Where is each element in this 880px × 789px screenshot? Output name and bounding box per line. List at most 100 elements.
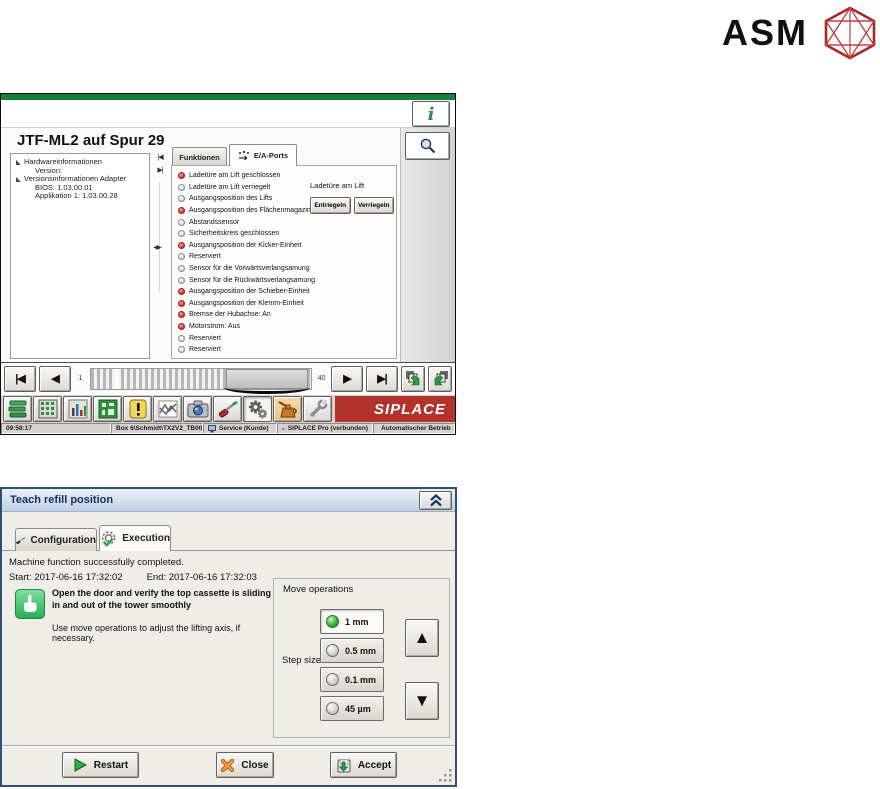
status-user-label: Service (Kunde)	[219, 425, 269, 432]
position-slider[interactable]	[90, 367, 312, 394]
io-port-label: Sensor für die Vorwärtsverlangsamung	[189, 265, 310, 273]
step-size-label: Step size:	[282, 655, 324, 666]
info-button[interactable]: i	[412, 101, 450, 127]
navigation-bar: |◀ ◀ 1 40 ▶ ▶|	[1, 362, 455, 394]
wrench-button[interactable]	[303, 396, 332, 422]
io-port-row: Ladetüre am Lift geschlossen	[178, 170, 315, 182]
status-dot	[178, 230, 185, 238]
io-port-label: Abstandssensor	[189, 218, 240, 226]
io-ports-panel: Ladetüre am Lift geschlossen Ladetüre am…	[171, 165, 397, 359]
boards-stack-icon	[8, 400, 26, 418]
feeder-grid-button[interactable]	[33, 396, 62, 422]
step-45um-radio[interactable]: 45 µm	[320, 696, 384, 721]
splitter-collapse-left-icon[interactable]: |◀	[153, 153, 167, 161]
slider-position-marker	[115, 368, 120, 389]
io-port-row: Sicherheitskreis geschlossen	[178, 228, 315, 240]
start-time: Start: 2017-06-16 17:32:02	[9, 572, 123, 583]
gears-button[interactable]	[243, 396, 272, 422]
close-x-icon	[221, 758, 235, 772]
io-port-row: Reserviert	[178, 344, 315, 356]
resize-grip[interactable]	[437, 767, 453, 783]
tree-expander-icon[interactable]	[16, 159, 21, 165]
statistics-icon	[68, 399, 87, 419]
boards-stack-button[interactable]	[3, 396, 32, 422]
statistics-button[interactable]	[63, 396, 92, 422]
warning-button[interactable]	[123, 396, 152, 422]
restart-button[interactable]: Restart	[62, 752, 139, 778]
status-dot	[178, 183, 185, 191]
documentation-page: ASM i JTF-ML2 auf Spur 29 Hardwareinform…	[0, 0, 880, 789]
status-mode-segment: Automatischer Betrieb	[373, 423, 455, 434]
status-dot	[178, 195, 185, 203]
status-dot	[178, 207, 185, 215]
board-layout-button[interactable]	[93, 396, 122, 422]
nav-next-button[interactable]: ▶	[331, 365, 363, 392]
goto-next-window-button[interactable]	[401, 365, 425, 392]
execution-gear-icon	[101, 530, 116, 547]
dialog-separator	[2, 745, 455, 746]
entriegeln-button[interactable]: Entriegeln	[310, 197, 351, 214]
nav-prev-button[interactable]: ◀	[39, 365, 71, 392]
close-button[interactable]: Close	[216, 752, 274, 778]
step-01mm-radio[interactable]: 0.1 mm	[320, 667, 384, 692]
io-port-row: Ausgangsposition der Kicker-Einheit	[178, 240, 315, 252]
instruction-title: Open the door and verify the top cassett…	[52, 588, 272, 611]
accept-button[interactable]: Accept	[330, 752, 397, 778]
tab-execution[interactable]: Execution	[99, 525, 171, 551]
accept-label: Accept	[357, 759, 392, 771]
status-dot	[178, 218, 185, 226]
verriegeln-button[interactable]: Verriegeln	[353, 197, 394, 214]
io-port-label: Ausgangsposition des Lifts	[189, 195, 273, 203]
radio-icon	[326, 702, 339, 715]
step-1mm-radio[interactable]: 1 mm	[320, 609, 384, 634]
performance-graph-button[interactable]	[153, 396, 182, 422]
tree-item[interactable]: Applikation 1: 1.03.00.28	[13, 192, 147, 201]
status-user-segment: Service (Kunde)	[203, 423, 277, 434]
page-title: JTF-ML2 auf Spur 29	[17, 132, 165, 149]
status-dot	[178, 323, 185, 331]
step-size-options: 1 mm 0.5 mm 0.1 mm 45 µm	[320, 609, 384, 721]
tab-configuration[interactable]: Configuration	[15, 528, 97, 551]
io-port-label: Reserviert	[189, 253, 221, 261]
splitter-collapse-right-icon[interactable]: ▶|	[153, 166, 167, 174]
screwdriver-button[interactable]	[213, 396, 242, 422]
move-operations-group: Move operations Step size: 1 mm 0.5 mm 0…	[273, 578, 450, 738]
collapse-dialog-button[interactable]	[419, 491, 452, 510]
move-up-button[interactable]: ▲	[405, 619, 439, 657]
step-05mm-radio[interactable]: 0.5 mm	[320, 638, 384, 663]
status-bar: 09:58:17 Box 6\Schmidt\TX2V2_TB003G Serv…	[1, 423, 455, 434]
goto-prev-window-button[interactable]	[428, 365, 452, 392]
io-port-label: Ausgangsposition der Schieber-Einheit	[189, 288, 310, 296]
configuration-screwdriver-icon	[16, 537, 26, 545]
tree-item[interactable]: Hardwareinformationen	[13, 157, 147, 167]
tab-execution-label: Execution	[122, 533, 170, 544]
move-operations-title: Move operations	[283, 584, 354, 595]
io-port-label: Ausgangsposition des Flächenmagazins	[189, 207, 315, 215]
tree-expander-icon[interactable]	[16, 176, 21, 182]
machine-io-window: i JTF-ML2 auf Spur 29 Hardwareinformatio…	[0, 93, 456, 435]
status-dot	[178, 265, 185, 273]
nav-last-button[interactable]: ▶|	[366, 365, 398, 392]
siplace-logo: SIPLACE	[335, 396, 455, 422]
move-down-button[interactable]: ▼	[405, 682, 439, 720]
magnifier-button[interactable]	[405, 132, 450, 160]
restart-label: Restart	[93, 759, 129, 771]
tab-ea-ports[interactable]: E/A-Ports	[229, 144, 297, 166]
io-port-row: Sensor für die Rückwärtsverlangsamung	[178, 274, 315, 286]
io-port-label: Bremse der Hubachse: An	[189, 311, 271, 319]
io-port-label: Ladetüre am Lift geschlossen	[189, 172, 281, 180]
feeder-grid-icon	[38, 399, 57, 419]
io-port-row: Ausgangsposition der Klemm-Einheit	[178, 298, 315, 310]
slider-thumb[interactable]	[224, 368, 311, 394]
oil-can-button[interactable]	[273, 396, 302, 422]
io-port-row: Reserviert	[178, 332, 315, 344]
teach-refill-dialog: Teach refill position Configuration Exec…	[0, 487, 457, 787]
tab-funktionen[interactable]: Funktionen	[172, 147, 227, 166]
nav-first-button[interactable]: |◀	[4, 365, 36, 392]
tab-configuration-label: Configuration	[30, 534, 96, 546]
connection-icon	[282, 427, 285, 430]
accept-save-icon	[337, 759, 351, 772]
splitter-handle-icon[interactable]: ◀▶	[150, 244, 164, 251]
splitter-line	[159, 182, 160, 292]
camera-button[interactable]	[183, 396, 212, 422]
